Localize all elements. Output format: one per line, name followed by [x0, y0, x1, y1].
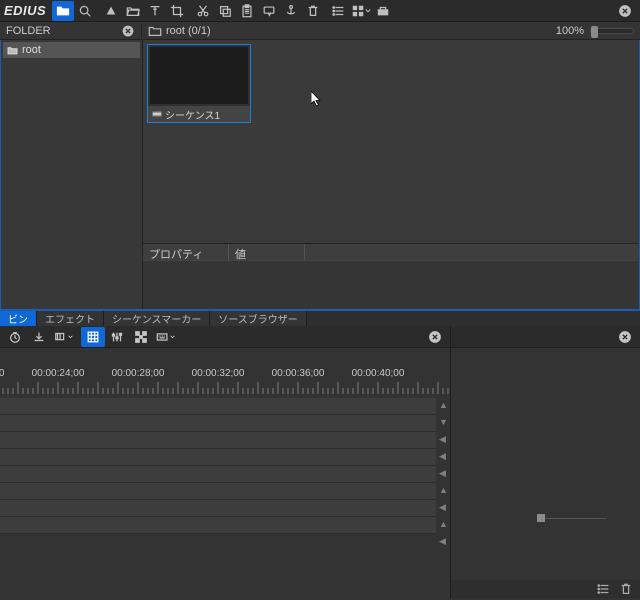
track-expand-markers[interactable]: ▲ ▼ ◀ ◀ ◀ ▲ ◀ ▲ ◀: [436, 398, 450, 598]
clock-icon[interactable]: [3, 327, 27, 347]
bin-zoom-group: 100%: [550, 25, 640, 37]
folder-header-label: FOLDER: [6, 25, 121, 37]
timeline-track[interactable]: [0, 483, 450, 500]
tooltip-icon[interactable]: [258, 1, 280, 21]
trash-icon[interactable]: [302, 1, 324, 21]
track-marker[interactable]: ◀: [439, 536, 446, 547]
search-icon[interactable]: [74, 1, 96, 21]
track-marker[interactable]: ▲: [439, 400, 448, 410]
open-folder-icon[interactable]: [122, 1, 144, 21]
properties-body[interactable]: [143, 261, 639, 309]
timeline-track[interactable]: [0, 500, 450, 517]
folder-tree[interactable]: root: [1, 40, 143, 309]
app-brand: EDIUS: [4, 3, 46, 18]
track-marker[interactable]: ▲: [439, 485, 448, 495]
mixer-icon[interactable]: [105, 327, 129, 347]
pane-tab[interactable]: シーケンスマーカー: [104, 311, 210, 326]
side-panel-body[interactable]: [451, 348, 640, 578]
timeline-track[interactable]: [0, 517, 450, 534]
side-slider-track[interactable]: [541, 518, 606, 519]
prop-col-rest: [305, 244, 639, 260]
timeline-track[interactable]: [0, 466, 450, 483]
clip-grid[interactable]: シーケンス1: [143, 40, 639, 243]
timeline-panel: 00:00:20;0000:00:24;0000:00:28;0000:00:3…: [0, 326, 450, 598]
timeline-ruler[interactable]: 00:00:20;0000:00:24;0000:00:28;0000:00:3…: [0, 368, 450, 398]
side-panel-toolbar: [451, 326, 640, 348]
timeline-tracks[interactable]: ▲ ▼ ◀ ◀ ◀ ▲ ◀ ▲ ◀: [0, 398, 450, 598]
prop-col-value[interactable]: 値: [229, 244, 305, 260]
bin-right-pane: シーケンス1 プロパティ 値: [143, 40, 639, 309]
clip-mode-icon[interactable]: [51, 327, 75, 347]
copy-icon[interactable]: [214, 1, 236, 21]
pane-tab[interactable]: ビン: [0, 311, 37, 326]
folder-header-cell: FOLDER: [0, 24, 142, 38]
track-marker[interactable]: ◀: [439, 468, 446, 479]
tree-root-item[interactable]: root: [3, 42, 140, 58]
bin-path-bar[interactable]: root (0/1): [142, 24, 550, 38]
pane-tab[interactable]: エフェクト: [37, 311, 104, 326]
track-marker[interactable]: ◀: [439, 451, 446, 462]
ruler-labels: 00:00:20;0000:00:24;0000:00:28;0000:00:3…: [0, 368, 450, 382]
bin-tabs: ビンエフェクトシーケンスマーカーソースブラウザー: [0, 310, 640, 326]
ruler-ticks: [0, 382, 450, 398]
paste-icon[interactable]: [236, 1, 258, 21]
folder-small-icon: [7, 45, 18, 56]
anchor-down-icon[interactable]: [280, 1, 302, 21]
timeline-track[interactable]: [0, 432, 450, 449]
folder-icon[interactable]: [52, 1, 74, 21]
bin-body: root シーケンス1 プロパティ 値: [0, 40, 640, 310]
clip-item[interactable]: シーケンス1: [147, 44, 251, 123]
top-toolbar: EDIUS: [0, 0, 640, 22]
timeline-track[interactable]: [0, 398, 450, 415]
snap-icon[interactable]: [81, 327, 105, 347]
prop-col-name[interactable]: プロパティ: [143, 244, 229, 260]
track-marker[interactable]: ▲: [439, 519, 448, 529]
track-marker[interactable]: ▼: [439, 417, 448, 427]
bin-header: FOLDER root (0/1) 100%: [0, 22, 640, 40]
track-marker[interactable]: ◀: [439, 434, 446, 445]
footer-trash-icon[interactable]: [618, 582, 634, 596]
list-icon[interactable]: [328, 1, 350, 21]
timeline-track[interactable]: [0, 415, 450, 432]
clip-thumbnail: [150, 47, 248, 104]
bin-path-label: root (0/1): [166, 25, 211, 37]
zoom-slider[interactable]: [590, 28, 634, 34]
tree-root-label: root: [22, 44, 41, 56]
folder-small-icon: [148, 24, 162, 38]
panel-close-icon[interactable]: [614, 1, 636, 21]
track-marker[interactable]: ◀: [439, 502, 446, 513]
timeline-track[interactable]: [0, 449, 450, 466]
text-tool-icon[interactable]: [144, 1, 166, 21]
cut-icon[interactable]: [192, 1, 214, 21]
mouse-cursor: [311, 91, 323, 109]
clip-label-row: シーケンス1: [148, 106, 250, 122]
pane-tab[interactable]: ソースブラウザー: [210, 311, 307, 326]
tool-pointer-icon[interactable]: [100, 1, 122, 21]
side-panel-close-icon[interactable]: [613, 327, 637, 347]
sequence-icon: [152, 109, 162, 119]
download-icon[interactable]: [27, 327, 51, 347]
side-panel-footer: [451, 580, 640, 598]
footer-list-icon[interactable]: [596, 582, 612, 596]
zoom-value: 100%: [556, 25, 584, 37]
side-slider-knob[interactable]: [537, 514, 545, 522]
side-panel: [450, 326, 640, 598]
folder-close-icon[interactable]: [121, 24, 135, 38]
grid-view-icon[interactable]: [350, 1, 372, 21]
fx-grid-icon[interactable]: [129, 327, 153, 347]
timeline-toolbar: [0, 326, 450, 348]
lower-panes: 00:00:20;0000:00:24;0000:00:28;0000:00:3…: [0, 326, 640, 598]
properties-header: プロパティ 値: [143, 243, 639, 261]
timeline-panel-close-icon[interactable]: [423, 327, 447, 347]
toolbox-icon[interactable]: [372, 1, 394, 21]
clip-name: シーケンス1: [165, 107, 220, 122]
crop-icon[interactable]: [166, 1, 188, 21]
keyboard-icon[interactable]: [153, 327, 177, 347]
